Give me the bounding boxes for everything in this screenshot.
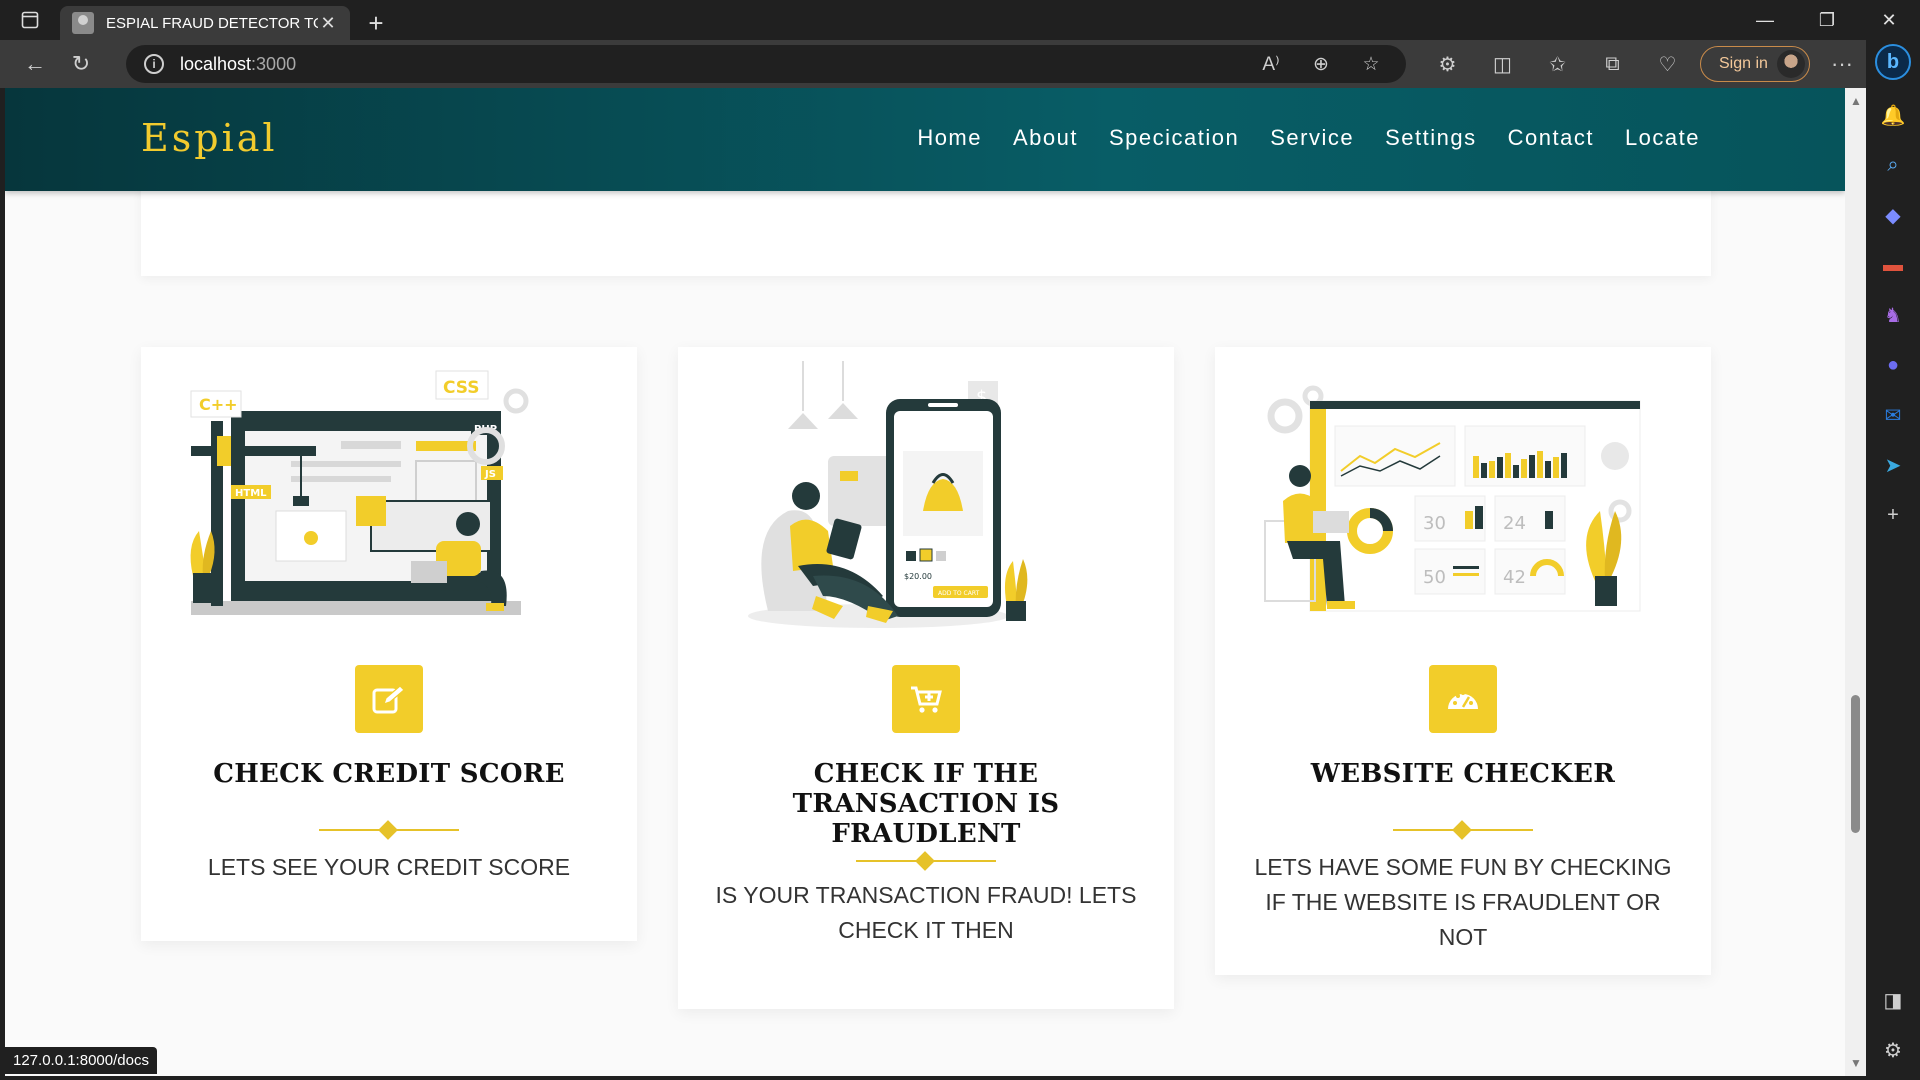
more-options-icon[interactable]: ··· <box>1822 44 1862 84</box>
url-host: localhost <box>180 53 252 74</box>
nav-home[interactable]: Home <box>917 125 982 151</box>
css-tag: CSS <box>443 378 480 398</box>
card-description: LETS SEE YOUR CREDIT SCORE <box>207 854 571 880</box>
favorites-icon[interactable]: ✩ <box>1530 52 1585 77</box>
stat-number-24: 24 <box>1503 513 1526 534</box>
card-title: CHECK CREDIT SCORE <box>213 759 565 789</box>
product-price: $20.00 <box>904 572 932 581</box>
nav-settings[interactable]: Settings <box>1385 125 1477 151</box>
nav-locate[interactable]: Locate <box>1625 125 1700 151</box>
search-icon[interactable]: ⌕ <box>1878 150 1908 180</box>
notifications-bell-icon[interactable]: 🔔 <box>1878 100 1908 130</box>
games-icon[interactable]: ♞ <box>1878 300 1908 330</box>
main-nav: Home About Specication Service Settings … <box>886 125 1700 151</box>
stat-number-50: 50 <box>1423 567 1446 588</box>
favorite-star-icon[interactable]: ☆ <box>1346 53 1396 76</box>
edge-sidebar: b 🔔 ⌕ ◆ ▬ ♞ ● ✉ ➤ + ◨ ⚙ <box>1866 40 1920 1080</box>
browser-tab-bar: ESPIAL FRAUD DETECTOR TOOL ✕ + — ❐ ✕ <box>0 0 1920 40</box>
minimize-icon[interactable]: — <box>1734 0 1796 40</box>
service-card-credit-score[interactable]: C++ CSS PHP HTML JS CHECK CREDIT SCORE L… <box>141 347 637 941</box>
tab-actions-button[interactable] <box>0 0 60 40</box>
title-divider <box>319 820 459 840</box>
online-shopping-illustration: $ $20.00 ADD TO CART <box>748 361 1028 628</box>
stat-number-42: 42 <box>1503 567 1526 588</box>
back-icon[interactable]: ← <box>12 44 58 84</box>
copilot-icon[interactable]: b <box>1875 44 1911 80</box>
edit-icon <box>372 685 405 714</box>
service-card-transaction-fraud[interactable]: $ $20.00 ADD TO CART CHECK IF THE TRANSA… <box>678 347 1174 1009</box>
card-description: IS YOUR TRANSACTION FRAUD! LETS CHECK IT… <box>715 882 1137 943</box>
window-controls: — ❐ ✕ <box>1734 0 1920 40</box>
tab-actions-icon <box>21 11 39 29</box>
nav-specication[interactable]: Specication <box>1109 125 1239 151</box>
stat-number-30: 30 <box>1423 513 1446 534</box>
address-bar[interactable]: i localhost:3000 A⁾ ⊕ ☆ <box>126 45 1406 83</box>
browser-essentials-icon[interactable]: ♡ <box>1640 52 1695 77</box>
nav-contact[interactable]: Contact <box>1508 125 1594 151</box>
browser-tab[interactable]: ESPIAL FRAUD DETECTOR TOOL ✕ <box>60 6 350 40</box>
card-description: LETS HAVE SOME FUN BY CHECKING IF THE WE… <box>1254 854 1672 950</box>
tools-briefcase-icon[interactable]: ▬ <box>1878 250 1908 280</box>
tab-close-icon[interactable]: ✕ <box>318 13 338 34</box>
split-screen-icon[interactable]: ◫ <box>1475 52 1530 77</box>
cart-icon-box <box>892 665 960 733</box>
collections-icon[interactable]: ⧉ <box>1585 53 1640 76</box>
hide-sidebar-icon[interactable]: ◨ <box>1878 985 1908 1015</box>
service-card-website-checker[interactable]: 30 24 50 42 WEBSITE CHECKER LETS HAVE SO… <box>1215 347 1711 975</box>
page-scrollbar[interactable]: ▲ ▼ <box>1845 88 1866 1076</box>
refresh-icon[interactable]: ↻ <box>58 44 104 84</box>
nav-about[interactable]: About <box>1013 125 1078 151</box>
dashboard-icon-box <box>1429 665 1497 733</box>
cpp-tag: C++ <box>199 395 238 414</box>
web-development-illustration: C++ CSS PHP HTML JS <box>190 370 529 615</box>
page-viewport: Espial Home About Specication Service Se… <box>5 88 1845 1076</box>
browser-toolbar: ← ↻ i localhost:3000 A⁾ ⊕ ☆ ⚙ ◫ ✩ ⧉ ♡ Si… <box>0 40 1920 88</box>
url-port: :3000 <box>251 53 297 74</box>
card-title: WEBSITE CHECKER <box>1310 759 1616 789</box>
new-tab-button[interactable]: + <box>356 6 396 40</box>
scroll-down-icon[interactable]: ▼ <box>1850 1056 1862 1070</box>
profile-avatar <box>1777 50 1805 78</box>
title-divider <box>1393 820 1533 840</box>
dashboard-icon <box>1448 691 1478 709</box>
title-divider <box>856 851 996 871</box>
edit-icon-box <box>355 665 423 733</box>
sign-in-label: Sign in <box>1719 55 1768 72</box>
shopping-tag-icon[interactable]: ◆ <box>1878 200 1908 230</box>
add-to-cart-label: ADD TO CART <box>938 590 980 597</box>
brand-logo[interactable]: Espial <box>141 116 278 160</box>
card-title: CHECK IF THE TRANSACTION IS FRAUDLENT <box>792 759 1060 849</box>
js-tag: JS <box>484 469 496 480</box>
tab-favicon-icon <box>72 12 94 34</box>
dashboard-illustration: 30 24 50 42 <box>1264 385 1641 612</box>
html-tag: HTML <box>235 488 267 499</box>
sign-in-button[interactable]: Sign in <box>1700 46 1810 82</box>
extensions-icon[interactable]: ⚙ <box>1420 52 1475 77</box>
scrollbar-thumb[interactable] <box>1851 695 1860 833</box>
tab-title: ESPIAL FRAUD DETECTOR TOOL <box>106 14 318 32</box>
sidebar-settings-icon[interactable]: ⚙ <box>1878 1035 1908 1065</box>
cart-plus-icon <box>911 686 942 713</box>
scroll-up-icon[interactable]: ▲ <box>1850 94 1862 108</box>
site-info-icon[interactable]: i <box>144 54 164 74</box>
restore-icon[interactable]: ❐ <box>1796 0 1858 40</box>
read-aloud-icon[interactable]: A⁾ <box>1246 53 1296 76</box>
copilot-app-icon[interactable]: ● <box>1878 350 1908 380</box>
close-window-icon[interactable]: ✕ <box>1858 0 1920 40</box>
link-status-bar: 127.0.0.1:8000/docs <box>5 1047 157 1074</box>
zoom-icon[interactable]: ⊕ <box>1296 53 1346 76</box>
telegram-icon[interactable]: ➤ <box>1878 450 1908 480</box>
add-sidebar-app-icon[interactable]: + <box>1878 500 1908 530</box>
nav-service[interactable]: Service <box>1270 125 1354 151</box>
outlook-icon[interactable]: ✉ <box>1878 400 1908 430</box>
site-header: Espial Home About Specication Service Se… <box>5 88 1845 191</box>
